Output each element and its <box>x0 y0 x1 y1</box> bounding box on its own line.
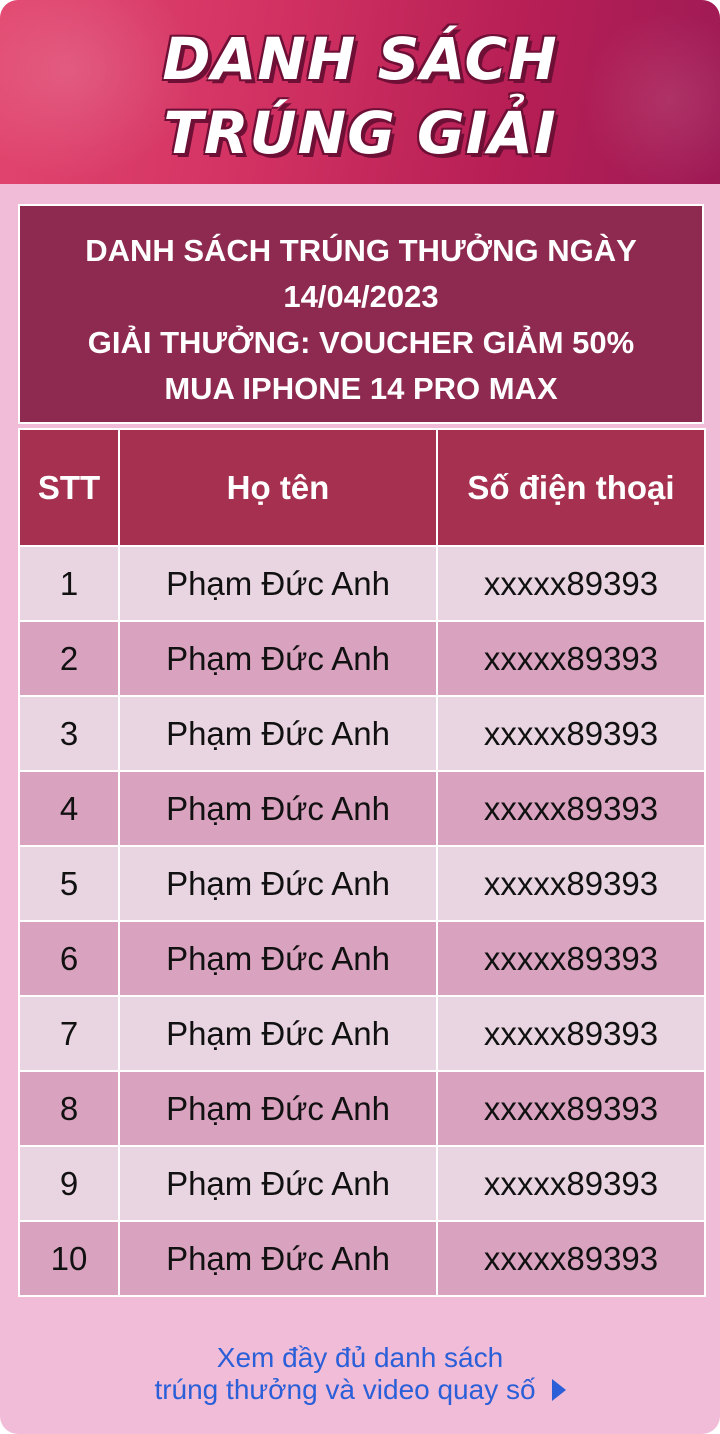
cell-name: Phạm Đức Anh <box>118 995 438 1072</box>
view-full-list-link[interactable]: Xem đầy đủ danh sách trúng thưởng và vid… <box>0 1342 720 1406</box>
cell-name: Phạm Đức Anh <box>118 1070 438 1147</box>
cell-phone: xxxxx89393 <box>436 845 706 922</box>
banner: DANH SÁCH TRÚNG GIẢI <box>0 0 720 184</box>
table-row: 7 Phạm Đức Anh xxxxx89393 <box>18 995 706 1072</box>
cell-name: Phạm Đức Anh <box>118 695 438 772</box>
cell-stt: 3 <box>18 695 120 772</box>
table-row: 1 Phạm Đức Anh xxxxx89393 <box>18 545 706 622</box>
table-row: 3 Phạm Đức Anh xxxxx89393 <box>18 695 706 772</box>
cell-stt: 10 <box>18 1220 120 1297</box>
banner-title-line2: TRÚNG GIẢI <box>163 99 557 167</box>
cell-name: Phạm Đức Anh <box>118 920 438 997</box>
cell-stt: 6 <box>18 920 120 997</box>
winners-table-container: DANH SÁCH TRÚNG THƯỞNG NGÀY 14/04/2023 G… <box>18 204 706 1297</box>
caption-line1: DANH SÁCH TRÚNG THƯỞNG NGÀY <box>85 233 637 268</box>
table-row: 4 Phạm Đức Anh xxxxx89393 <box>18 770 706 847</box>
table-caption: DANH SÁCH TRÚNG THƯỞNG NGÀY 14/04/2023 G… <box>18 204 704 424</box>
cell-stt: 5 <box>18 845 120 922</box>
table-row: 5 Phạm Đức Anh xxxxx89393 <box>18 845 706 922</box>
header-name: Họ tên <box>118 428 438 547</box>
caption-date: 14/04/2023 <box>283 279 439 314</box>
caption-product: MUA IPHONE 14 PRO MAX <box>164 371 558 406</box>
cell-stt: 1 <box>18 545 120 622</box>
link-line2-wrap: trúng thưởng và video quay số <box>0 1374 720 1406</box>
caption-prize: GIẢI THƯỞNG: VOUCHER GIẢM 50% <box>87 325 635 360</box>
cell-phone: xxxxx89393 <box>436 1145 706 1222</box>
banner-title-line1: DANH SÁCH <box>162 25 558 93</box>
cell-phone: xxxxx89393 <box>436 545 706 622</box>
play-arrow-icon <box>551 1378 566 1401</box>
cell-phone: xxxxx89393 <box>436 1070 706 1147</box>
cell-phone: xxxxx89393 <box>436 620 706 697</box>
header-phone: Số điện thoại <box>436 428 706 547</box>
table-header-row: STT Họ tên Số điện thoại <box>18 428 706 547</box>
cell-phone: xxxxx89393 <box>436 695 706 772</box>
table-row: 6 Phạm Đức Anh xxxxx89393 <box>18 920 706 997</box>
cell-phone: xxxxx89393 <box>436 1220 706 1297</box>
cell-name: Phạm Đức Anh <box>118 620 438 697</box>
table-row: 9 Phạm Đức Anh xxxxx89393 <box>18 1145 706 1222</box>
cell-stt: 4 <box>18 770 120 847</box>
cell-name: Phạm Đức Anh <box>118 845 438 922</box>
cell-stt: 9 <box>18 1145 120 1222</box>
cell-phone: xxxxx89393 <box>436 920 706 997</box>
link-line2: trúng thưởng và video quay số <box>154 1374 536 1405</box>
cell-stt: 2 <box>18 620 120 697</box>
cell-name: Phạm Đức Anh <box>118 1220 438 1297</box>
cell-phone: xxxxx89393 <box>436 770 706 847</box>
cell-name: Phạm Đức Anh <box>118 545 438 622</box>
table-row: 10 Phạm Đức Anh xxxxx89393 <box>18 1220 706 1297</box>
winners-table: STT Họ tên Số điện thoại 1 Phạm Đức Anh … <box>18 428 706 1297</box>
cell-stt: 7 <box>18 995 120 1072</box>
table-row: 8 Phạm Đức Anh xxxxx89393 <box>18 1070 706 1147</box>
header-stt: STT <box>18 428 120 547</box>
winners-card: DANH SÁCH TRÚNG GIẢI DANH SÁCH TRÚNG THƯ… <box>0 0 720 1434</box>
cell-phone: xxxxx89393 <box>436 995 706 1072</box>
cell-name: Phạm Đức Anh <box>118 1145 438 1222</box>
banner-title: DANH SÁCH TRÚNG GIẢI <box>0 0 720 170</box>
cell-name: Phạm Đức Anh <box>118 770 438 847</box>
cell-stt: 8 <box>18 1070 120 1147</box>
table-row: 2 Phạm Đức Anh xxxxx89393 <box>18 620 706 697</box>
link-line1: Xem đầy đủ danh sách <box>216 1342 504 1373</box>
